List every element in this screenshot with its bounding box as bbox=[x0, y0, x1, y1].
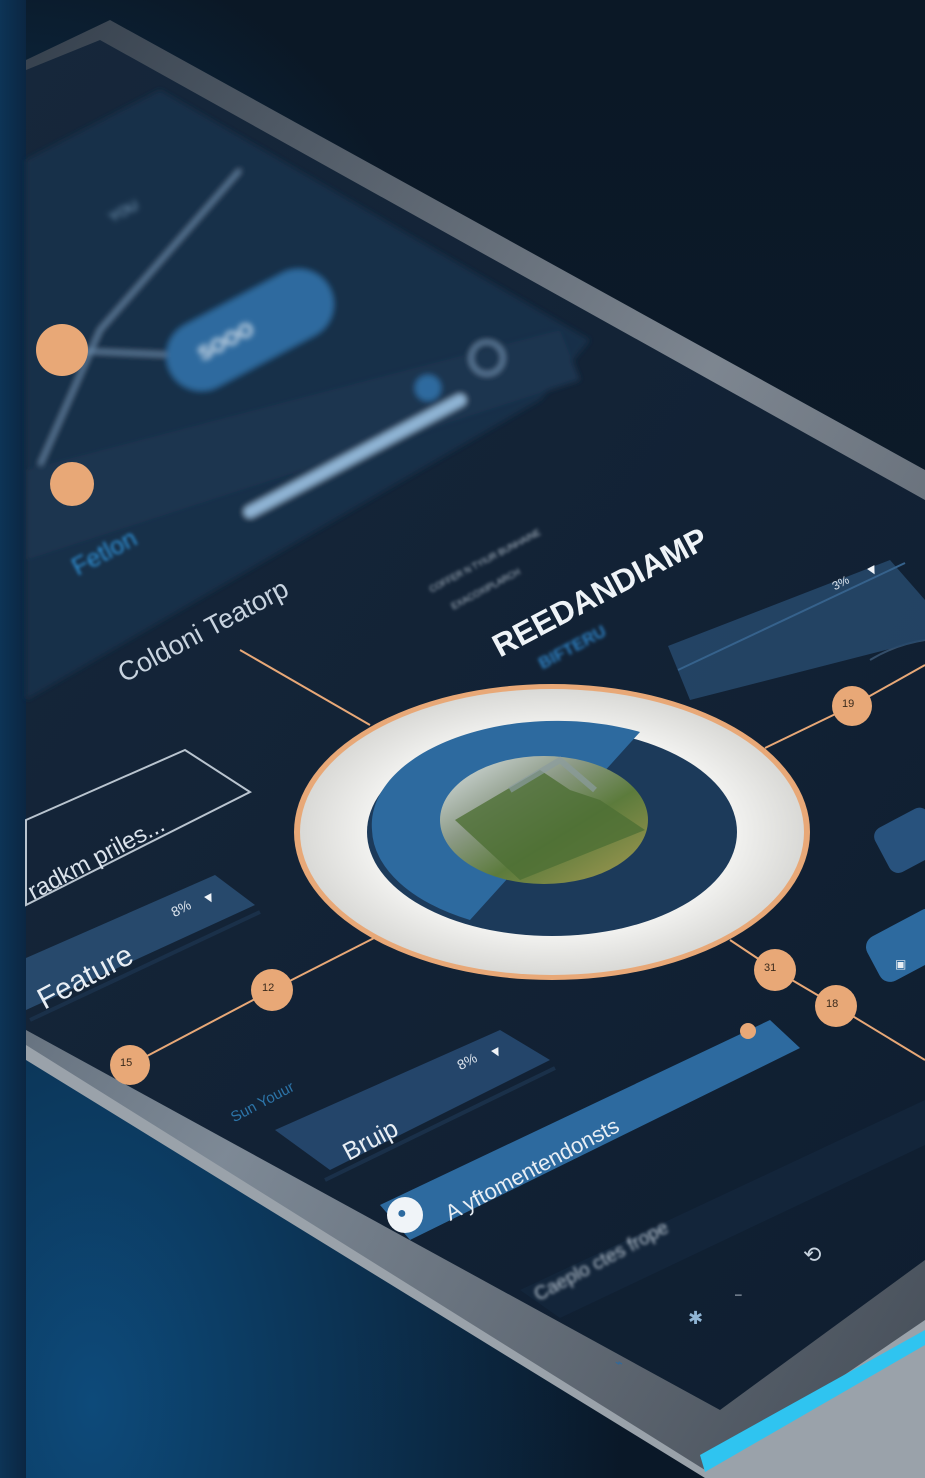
right-button-icon[interactable]: ▣ bbox=[895, 957, 906, 971]
top-node-2 bbox=[50, 462, 94, 506]
top-node-1 bbox=[36, 324, 88, 376]
back-icon[interactable]: ⟲ bbox=[803, 1242, 821, 1268]
node-label-5: 15 bbox=[120, 1057, 133, 1069]
tablet-device: Fetlon Coldoni Teatorp radkm priles... F… bbox=[0, 0, 925, 1478]
status-icon: ⌁ bbox=[615, 1355, 623, 1370]
node-label-2: 31 bbox=[764, 962, 777, 974]
center-dial bbox=[294, 684, 810, 980]
node-label-3: 18 bbox=[826, 998, 839, 1010]
user-icon[interactable]: ● bbox=[397, 1205, 407, 1223]
device-body bbox=[25, 20, 925, 1478]
node-label-1: 19 bbox=[842, 698, 855, 710]
node-label-4: 12 bbox=[262, 982, 275, 994]
app-screen: Fetlon Coldoni Teatorp radkm priles... F… bbox=[0, 0, 925, 1478]
menu-icon[interactable]: – bbox=[735, 1287, 742, 1301]
home-icon[interactable]: ✱ bbox=[688, 1308, 703, 1329]
